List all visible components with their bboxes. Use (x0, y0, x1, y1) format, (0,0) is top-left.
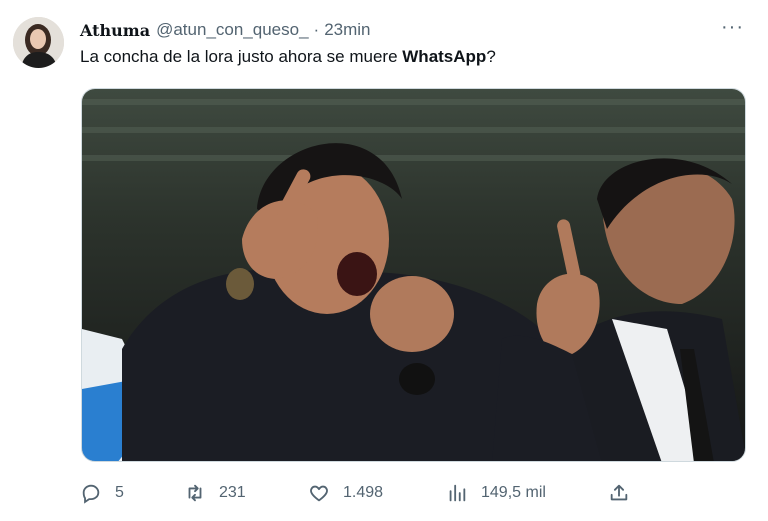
view-count: 149,5 mil (481, 484, 546, 501)
share-button[interactable] (608, 478, 643, 508)
more-options-icon[interactable]: ··· (721, 16, 744, 39)
tweet: Athuma @atun_con_queso_ · 23min ··· La c… (0, 0, 768, 521)
tweet-text: La concha de la lora justo ahora se muer… (80, 47, 496, 67)
like-button[interactable]: 1.498 (308, 478, 383, 508)
reply-count: 5 (115, 484, 124, 501)
retweet-button[interactable]: 231 (184, 478, 246, 508)
like-count: 1.498 (343, 484, 384, 501)
reply-icon (82, 484, 100, 504)
views-button[interactable]: 149,5 mil (446, 478, 546, 508)
tweet-text-end: ? (486, 47, 496, 66)
display-name[interactable]: Athuma (80, 21, 150, 40)
avatar[interactable] (13, 17, 64, 68)
reply-button[interactable]: 5 (80, 478, 124, 508)
tweet-header: Athuma @atun_con_queso_ · 23min ··· (80, 16, 752, 42)
tweet-photo[interactable] (81, 88, 746, 462)
share-icon (610, 484, 628, 501)
retweet-count: 231 (219, 484, 246, 501)
timestamp[interactable]: 23min (324, 20, 370, 40)
separator: · (313, 20, 320, 39)
views-icon (449, 484, 466, 502)
tweet-text-part: La concha de la lora justo ahora se muer… (80, 47, 403, 66)
retweet-icon (188, 484, 202, 502)
user-handle[interactable]: @atun_con_queso_ (156, 20, 308, 40)
tweet-text-bold: WhatsApp (402, 47, 487, 66)
like-icon (310, 485, 328, 502)
action-bar: 5 231 1.498 149,5 mil (80, 478, 752, 508)
